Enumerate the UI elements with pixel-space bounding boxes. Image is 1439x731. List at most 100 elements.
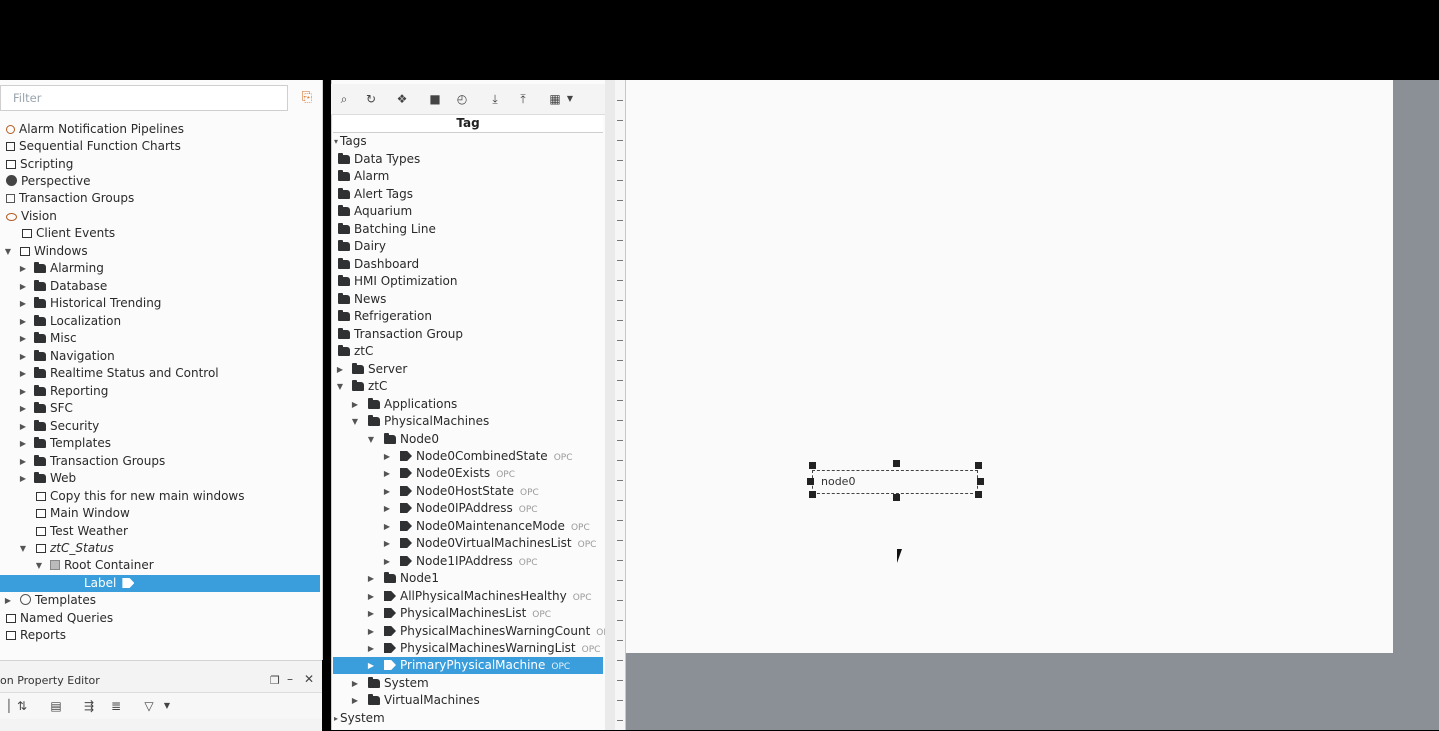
expand-arrow[interactable]: ▶ xyxy=(382,500,392,517)
resize-handle-sw[interactable] xyxy=(809,491,816,498)
tag-item-server[interactable]: Server xyxy=(352,361,407,378)
edit-tag-icon[interactable]: ■ xyxy=(426,90,444,108)
expand-arrow[interactable]: ▶ xyxy=(18,330,28,347)
search-icon[interactable]: ⌕ xyxy=(335,90,353,108)
export-icon[interactable]: ⤒ xyxy=(514,90,532,108)
tag-item-dashboard[interactable]: Dashboard xyxy=(338,256,419,273)
tree-item-named-queries[interactable]: Named Queries xyxy=(6,610,113,627)
expand-arrow[interactable]: ▶ xyxy=(18,365,28,382)
expand-arrow[interactable]: ▶ xyxy=(366,605,376,622)
expand-arrow[interactable]: ▶ xyxy=(350,692,360,709)
tree-item-database[interactable]: Database xyxy=(34,278,107,295)
tag-item-data-types[interactable]: Data Types xyxy=(338,151,420,168)
expand-arrow[interactable]: ▶ xyxy=(18,400,28,417)
expand-arrow[interactable]: ▶ xyxy=(382,553,392,570)
tag-item-node0-ip-address[interactable]: Node0IPAddress OPC xyxy=(400,500,538,517)
expand-arrow[interactable]: ▶ xyxy=(18,435,28,452)
expand-arrow[interactable]: ▶ xyxy=(18,348,28,365)
expand-arrow[interactable]: ▼ xyxy=(18,540,28,557)
tag-item-batching-line[interactable]: Batching Line xyxy=(338,221,436,238)
expand-arrow[interactable]: ▶ xyxy=(18,313,28,330)
tag-column-header[interactable]: Tag xyxy=(333,115,603,133)
history-icon[interactable]: ◴ xyxy=(453,90,471,108)
label-component-selected[interactable]: node0 xyxy=(812,470,978,494)
tag-item-refrigeration[interactable]: Refrigeration xyxy=(338,308,432,325)
tree-item-sfc[interactable]: SFC xyxy=(34,400,73,417)
tree-item-windows[interactable]: Windows xyxy=(20,243,88,260)
tag-item-node1-ip-address[interactable]: Node1IPAddress OPC xyxy=(400,553,538,570)
tree-item-misc[interactable]: Misc xyxy=(34,330,77,347)
restore-icon[interactable]: ❐ xyxy=(270,674,280,687)
resize-handle-se[interactable] xyxy=(975,491,982,498)
tag-item-system-folder[interactable]: System xyxy=(368,675,429,692)
tree-item-client-events[interactable]: Client Events xyxy=(22,225,115,242)
expand-arrow[interactable]: ▶ xyxy=(350,675,360,692)
filter-input[interactable]: Filter xyxy=(0,85,288,111)
tree-item-transaction-groups[interactable]: Transaction Groups xyxy=(6,190,134,207)
resize-handle-ne[interactable] xyxy=(975,462,982,469)
expand-arrow[interactable]: ▶ xyxy=(366,623,376,640)
tree-item-label-selected[interactable]: Label xyxy=(0,575,320,592)
close-icon[interactable]: ✕ xyxy=(304,672,314,686)
tag-item-virtual-machines[interactable]: VirtualMachines xyxy=(368,692,480,709)
tag-item-pm-list[interactable]: PhysicalMachinesList OPC xyxy=(384,605,551,622)
tag-item-alert-tags[interactable]: Alert Tags xyxy=(338,186,413,203)
tree-item-templates-folder[interactable]: Templates xyxy=(34,435,111,452)
tree-item-sfc-charts[interactable]: Sequential Function Charts xyxy=(6,138,181,155)
expand-arrow[interactable]: ▼ xyxy=(335,378,345,395)
expand-arrow[interactable]: ▶ xyxy=(350,396,360,413)
refresh-icon[interactable]: ↻ xyxy=(362,90,380,108)
resize-handle-w[interactable] xyxy=(807,478,814,485)
chevron-down-icon[interactable]: ▼ xyxy=(561,90,579,108)
expand-arrow[interactable]: ▶ xyxy=(18,383,28,400)
resize-handle-s[interactable] xyxy=(893,494,900,501)
tree-item-reports[interactable]: Reports xyxy=(6,627,66,644)
tree-item-historical-trending[interactable]: Historical Trending xyxy=(34,295,161,312)
tag-item-news[interactable]: News xyxy=(338,291,386,308)
expand-arrow[interactable]: ▶ xyxy=(18,260,28,277)
tree-item-vision[interactable]: Vision xyxy=(6,208,57,225)
tag-item-node0-vm-list[interactable]: Node0VirtualMachinesList OPC xyxy=(400,535,596,552)
tag-item-hmi-optimization[interactable]: HMI Optimization xyxy=(338,273,458,290)
expand-arrow[interactable]: ▶ xyxy=(382,465,392,482)
panel-splitter[interactable] xyxy=(605,80,615,730)
resize-handle-nw[interactable] xyxy=(809,462,816,469)
expand-arrow[interactable]: ▶ xyxy=(382,483,392,500)
tag-item-ztc-root[interactable]: ztC xyxy=(338,343,373,360)
tree-item-realtime-status[interactable]: Realtime Status and Control xyxy=(34,365,219,382)
expand-arrow[interactable]: ▼ xyxy=(366,431,376,448)
expand-arrow[interactable]: ▶ xyxy=(18,453,28,470)
tag-item-node0-exists[interactable]: Node0Exists OPC xyxy=(400,465,515,482)
expand-arrow[interactable]: ▶ xyxy=(335,361,345,378)
tree-item-templates[interactable]: Templates xyxy=(20,592,96,609)
collapse-all-icon[interactable]: ≣ xyxy=(107,697,125,715)
expand-windows-arrow[interactable]: ▼ xyxy=(3,243,13,260)
tag-item-pm-warning-count[interactable]: PhysicalMachinesWarningCountOPC xyxy=(384,623,615,640)
tree-item-reporting[interactable]: Reporting xyxy=(34,383,108,400)
tag-item-node0[interactable]: Node0 xyxy=(384,431,439,448)
expand-arrow[interactable]: ▶ xyxy=(18,278,28,295)
expand-arrow[interactable]: ▶ xyxy=(18,470,28,487)
tree-item-transaction-groups-folder[interactable]: Transaction Groups xyxy=(34,453,165,470)
filter-properties-icon[interactable]: ▽ xyxy=(140,697,158,715)
tag-item-tags[interactable]: Tags xyxy=(340,133,367,150)
tree-item-security[interactable]: Security xyxy=(34,418,99,435)
tag-item-node0-host-state[interactable]: Node0HostState OPC xyxy=(400,483,539,500)
tree-item-scripting[interactable]: Scripting xyxy=(6,156,73,173)
tag-item-system[interactable]: System xyxy=(340,710,385,727)
tree-item-perspective[interactable]: Perspective xyxy=(6,173,91,190)
resize-handle-e[interactable] xyxy=(977,478,984,485)
tag-item-physical-machines[interactable]: PhysicalMachines xyxy=(368,413,489,430)
tree-item-web[interactable]: Web xyxy=(34,470,76,487)
tree-item-navigation[interactable]: Navigation xyxy=(34,348,115,365)
expand-arrow[interactable]: ▶ xyxy=(382,535,392,552)
tag-item-all-pm-healthy[interactable]: AllPhysicalMachinesHealthy OPC xyxy=(384,588,591,605)
expand-arrow[interactable]: ▶ xyxy=(382,518,392,535)
tag-item-node0-maintenance-mode[interactable]: Node0MaintenanceMode OPC xyxy=(400,518,590,535)
tree-item-alarming[interactable]: Alarming xyxy=(34,260,104,277)
chevron-down-icon[interactable]: ▼ xyxy=(158,697,176,715)
minimize-icon[interactable]: – xyxy=(287,672,293,686)
expand-arrow[interactable]: ▶ xyxy=(366,570,376,587)
tag-item-transaction-group[interactable]: Transaction Group xyxy=(338,326,463,343)
tag-item-pm-warning-list[interactable]: PhysicalMachinesWarningList OPC xyxy=(384,640,600,657)
